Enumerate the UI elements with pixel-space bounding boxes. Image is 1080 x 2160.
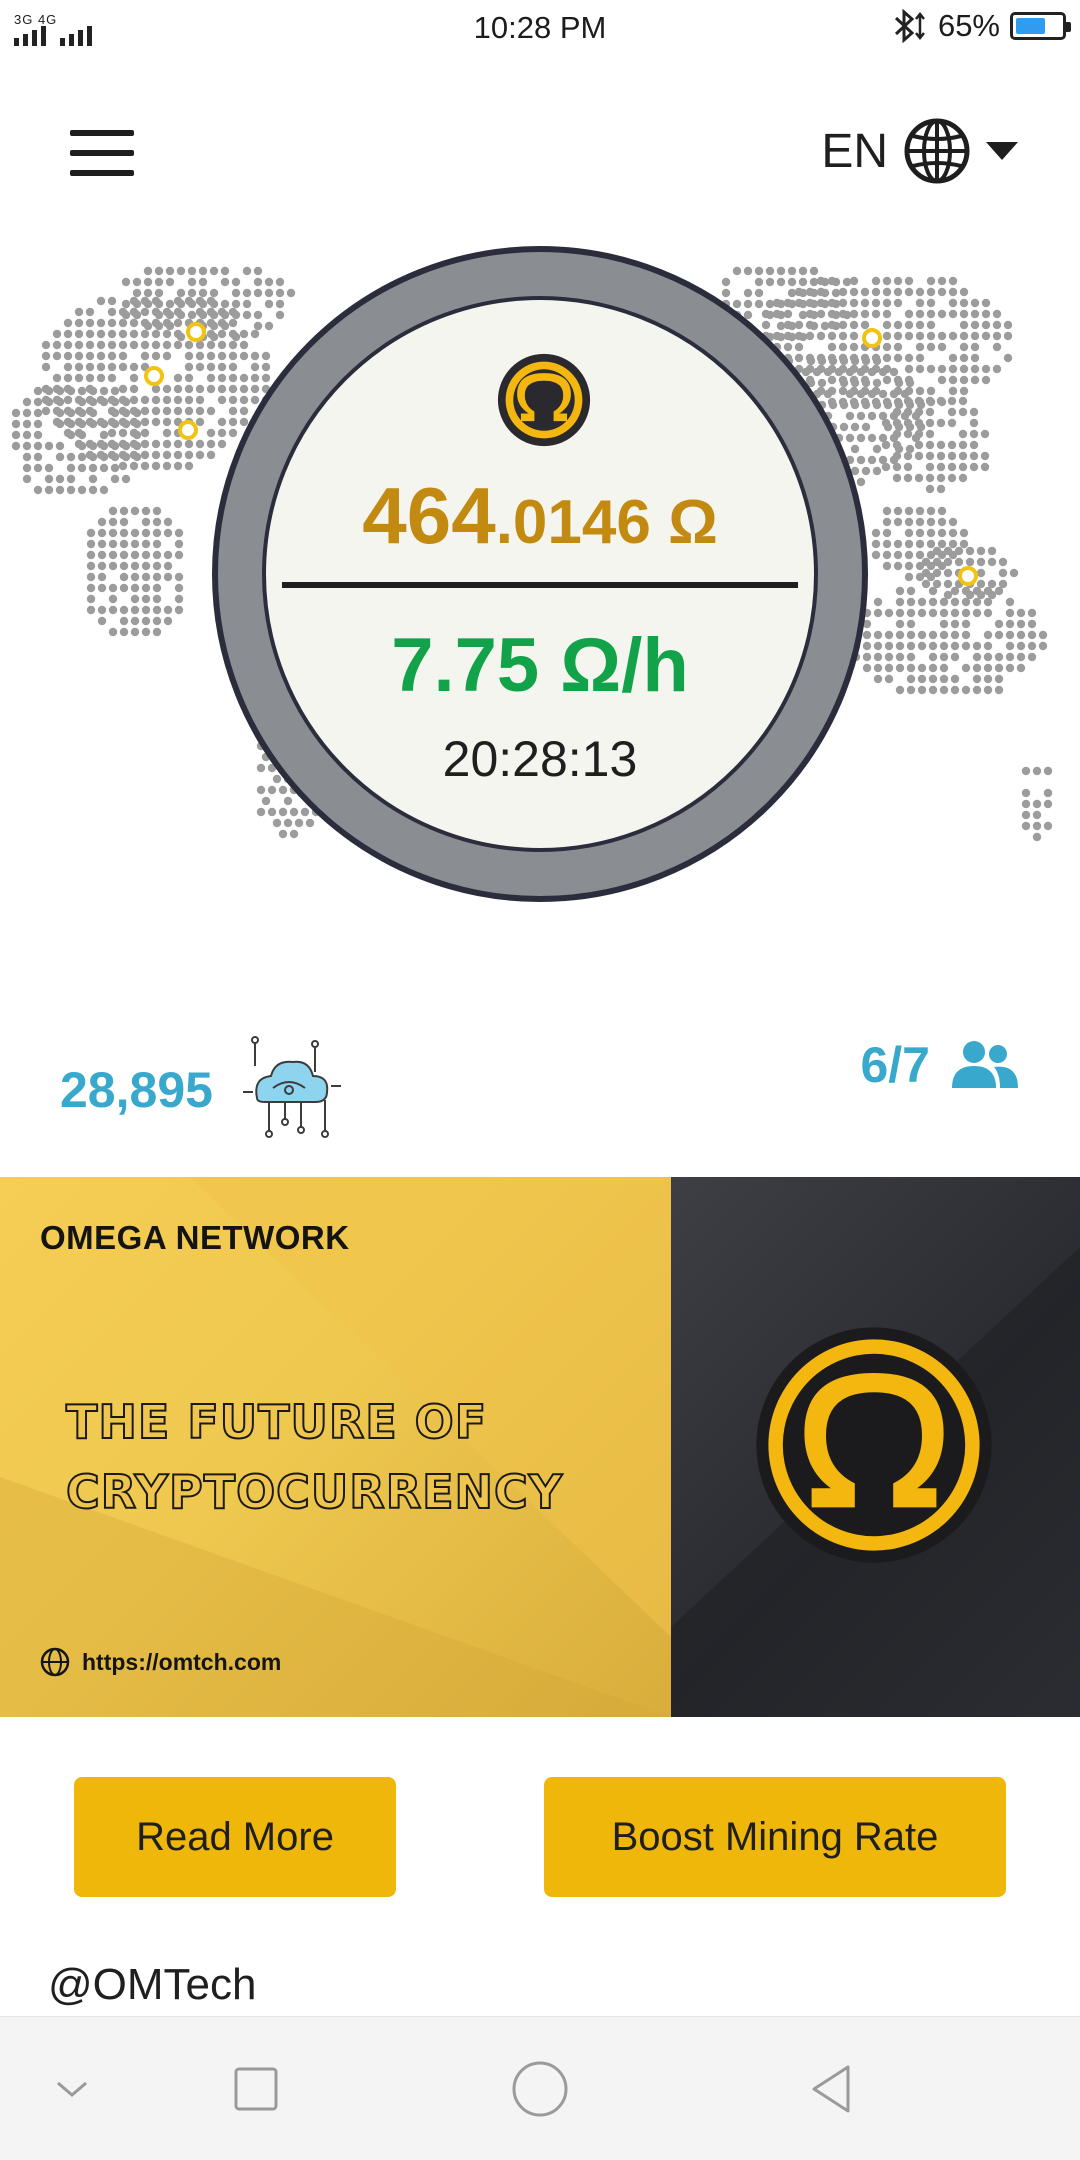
map-location-marker <box>862 328 882 348</box>
cloud-network-icon <box>242 1036 341 1138</box>
mining-rate: 7.75 Ω/h <box>391 623 689 708</box>
map-location-marker <box>958 566 978 586</box>
recents-square-icon[interactable] <box>224 2057 288 2121</box>
back-triangle-icon[interactable] <box>800 2057 864 2121</box>
map-location-marker <box>178 420 198 440</box>
language-code: EN <box>821 124 888 178</box>
tagline-line-1: THE FUTURE OF <box>65 1394 488 1450</box>
mining-dial-face: 464.0146 Ω 7.75 Ω/h 20:28:13 <box>262 296 818 852</box>
hamburger-menu-icon[interactable] <box>70 130 134 176</box>
network-stat[interactable]: 28,895 <box>60 1036 343 1144</box>
omega-coin-icon <box>497 353 591 447</box>
globe-icon <box>904 118 970 184</box>
home-circle-icon[interactable] <box>508 2057 572 2121</box>
network-count: 28,895 <box>60 1062 213 1118</box>
battery-percent: 65% <box>937 8 1000 43</box>
brand-name: OMEGA NETWORK <box>40 1219 350 1256</box>
bluetooth-icon <box>894 9 925 43</box>
tagline-line-2: CRYPTOCURRENCY <box>65 1464 564 1520</box>
divider <box>282 582 798 588</box>
language-selector[interactable]: EN <box>821 118 1018 184</box>
team-count: 6/7 <box>860 1037 930 1093</box>
mining-hero: 464.0146 Ω 7.75 Ω/h 20:28:13 <box>0 240 1080 920</box>
read-more-button[interactable]: Read More <box>74 1777 396 1897</box>
chevron-down-icon <box>986 142 1018 160</box>
battery-level <box>1016 18 1045 34</box>
mining-balance: 464.0146 Ω <box>266 470 814 562</box>
boost-mining-rate-button[interactable]: Boost Mining Rate <box>544 1777 1006 1897</box>
users-icon <box>952 1041 1018 1088</box>
countdown-timer: 20:28:13 <box>442 731 638 787</box>
banner-url: https://omtch.com <box>82 1648 282 1675</box>
battery-icon <box>1010 12 1071 40</box>
balance-integer: 464 <box>362 471 496 560</box>
balance-decimal: .0146 Ω <box>495 488 718 557</box>
globe-icon <box>40 1647 70 1677</box>
banner-url-row: https://omtch.com <box>40 1647 281 1677</box>
team-stat[interactable]: 6/7 <box>860 1036 1020 1094</box>
map-location-marker <box>144 366 164 386</box>
system-nav-bar <box>0 2016 1080 2160</box>
banner-tagline: THE FUTURE OF CRYPTOCURRENCY <box>65 1387 564 1527</box>
mining-dial[interactable]: 464.0146 Ω 7.75 Ω/h 20:28:13 <box>212 246 868 902</box>
promo-banner[interactable]: OMEGA NETWORK THE FUTURE OF CRYPTOCURREN… <box>0 1177 1080 1717</box>
back-chevron-icon[interactable] <box>40 2057 104 2121</box>
map-location-marker <box>186 322 206 342</box>
social-handle[interactable]: @OMTech <box>48 1960 256 2010</box>
status-bar: 3G 4G 10:28 PM 65% <box>0 0 1080 56</box>
omega-coin-icon <box>756 1327 992 1563</box>
